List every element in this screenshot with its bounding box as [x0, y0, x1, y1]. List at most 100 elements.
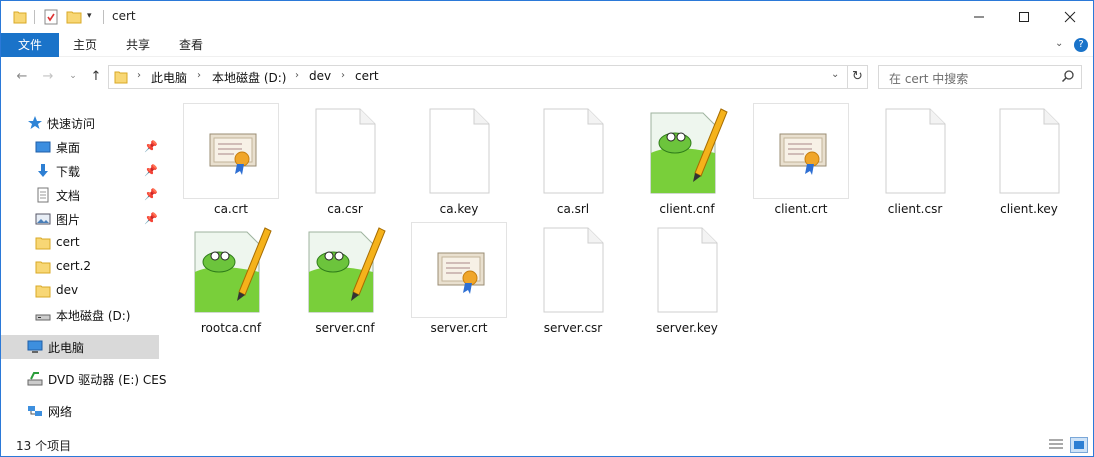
refresh-icon[interactable]: ↻ — [847, 66, 867, 88]
nav-item-drive-d[interactable]: 本地磁盘 (D:) — [1, 303, 159, 327]
nav-label: 快速访问 — [47, 117, 96, 131]
nav-label: dev — [56, 283, 79, 297]
search-icon — [1061, 69, 1075, 86]
notepad-plus-file-icon — [639, 103, 735, 199]
nav-label: 桌面 — [56, 141, 81, 155]
address-history-chevron-icon[interactable]: ⌄ — [831, 69, 839, 80]
pin-icon[interactable]: 📌 — [144, 140, 158, 153]
file-item[interactable]: client.cnf — [631, 103, 737, 219]
breadcrumb-drive-d[interactable]: 本地磁盘 (D:) — [212, 69, 286, 86]
file-name: ca.crt — [213, 202, 248, 216]
close-button[interactable] — [1047, 1, 1093, 33]
help-icon[interactable]: ? — [1074, 38, 1088, 52]
desktop-icon — [35, 139, 51, 155]
nav-item-cert[interactable]: cert — [1, 231, 159, 255]
file-item[interactable]: server.crt — [403, 222, 509, 338]
tab-view[interactable]: 查看 — [167, 33, 215, 57]
breadcrumb-dev[interactable]: dev — [309, 69, 331, 83]
maximize-button[interactable] — [1001, 1, 1047, 33]
file-view: ca.crt ca.csr ca.key ca.srl client.cnf client… — [161, 93, 1091, 433]
search-input[interactable]: 在 cert 中搜索 — [889, 70, 968, 87]
nav-item-dvd[interactable]: DVD 驱动器 (E:) CES — [1, 367, 167, 391]
item-count: 13 个项目 — [16, 439, 72, 453]
file-item[interactable]: server.key — [631, 222, 737, 338]
file-item[interactable]: client.csr — [859, 103, 965, 219]
large-icons-view-icon[interactable] — [1070, 437, 1088, 453]
nav-label: cert.2 — [56, 259, 92, 273]
expand-ribbon-icon[interactable]: ⌄ — [1055, 38, 1063, 49]
chevron-right-icon: › — [341, 70, 345, 81]
details-view-icon[interactable] — [1047, 437, 1065, 453]
file-item[interactable]: ca.key — [403, 103, 509, 219]
download-icon — [35, 163, 51, 179]
properties-icon[interactable] — [43, 9, 59, 25]
forward-button[interactable]: → — [38, 66, 58, 86]
file-item[interactable]: server.csr — [517, 222, 623, 338]
nav-item-network[interactable]: 网络 — [1, 399, 159, 423]
tab-file[interactable]: 文件 — [1, 33, 59, 57]
file-name: client.key — [1000, 202, 1058, 216]
maximize-icon — [1019, 12, 1029, 22]
blank-file-icon — [297, 103, 393, 199]
network-icon — [27, 403, 43, 419]
chevron-right-icon: › — [295, 70, 299, 81]
file-item[interactable]: ca.srl — [517, 103, 623, 219]
documents-icon — [35, 187, 51, 203]
nav-item-cert2[interactable]: cert.2 — [1, 255, 159, 279]
minimize-icon — [974, 16, 984, 18]
drive-icon — [35, 307, 51, 323]
file-item[interactable]: ca.crt — [175, 103, 281, 219]
search-box[interactable]: 在 cert 中搜索 — [878, 65, 1082, 89]
recent-locations-button[interactable]: ⌄ — [63, 66, 83, 86]
certificate-file-icon — [753, 103, 849, 199]
pin-icon[interactable]: 📌 — [144, 164, 158, 177]
arrow-right-icon: → — [42, 68, 54, 84]
file-name: server.cnf — [315, 321, 375, 335]
customize-quick-access-icon[interactable]: ▾ — [87, 11, 97, 27]
breadcrumb-cert[interactable]: cert — [355, 69, 379, 83]
new-folder-icon[interactable] — [66, 9, 82, 25]
file-name: ca.key — [439, 202, 479, 216]
arrow-up-icon: ↑ — [90, 68, 102, 84]
nav-item-this-pc[interactable]: 此电脑 — [1, 335, 159, 359]
status-bar: 13 个项目 — [1, 433, 1093, 456]
window-title: cert — [112, 9, 136, 23]
nav-label: 下载 — [56, 165, 81, 179]
nav-item-desktop[interactable]: 桌面 📌 — [1, 135, 159, 159]
nav-quick-access[interactable]: 快速访问 — [1, 111, 159, 135]
nav-item-dev[interactable]: dev — [1, 279, 159, 303]
certificate-file-icon — [183, 103, 279, 199]
pin-icon[interactable]: 📌 — [144, 188, 158, 201]
file-name: server.crt — [430, 321, 488, 335]
folder-icon — [114, 69, 128, 88]
tab-share[interactable]: 共享 — [114, 33, 162, 57]
nav-item-pictures[interactable]: 图片 📌 — [1, 207, 159, 231]
up-button[interactable]: ↑ — [86, 66, 106, 86]
file-item[interactable]: client.key — [973, 103, 1079, 219]
file-item[interactable]: client.crt — [745, 103, 851, 219]
file-item[interactable]: rootca.cnf — [175, 222, 281, 338]
back-button[interactable]: ← — [12, 66, 32, 86]
folder-icon — [35, 283, 51, 299]
folder-icon — [35, 235, 51, 251]
file-item[interactable]: server.cnf — [289, 222, 395, 338]
nav-label: 此电脑 — [48, 341, 85, 355]
address-bar[interactable]: › 此电脑 › 本地磁盘 (D:) › dev › cert ⌄ ↻ — [108, 65, 868, 89]
star-icon — [27, 115, 43, 131]
chevron-right-icon: › — [197, 70, 201, 81]
blank-file-icon — [525, 103, 621, 199]
file-name: ca.srl — [556, 202, 590, 216]
pictures-icon — [35, 211, 51, 227]
file-item[interactable]: ca.csr — [289, 103, 395, 219]
breadcrumb-this-pc[interactable]: 此电脑 — [151, 69, 187, 86]
file-name: client.crt — [774, 202, 828, 216]
pin-icon[interactable]: 📌 — [144, 212, 158, 225]
tab-home[interactable]: 主页 — [61, 33, 109, 57]
blank-file-icon — [981, 103, 1077, 199]
minimize-button[interactable] — [956, 1, 1002, 33]
nav-item-documents[interactable]: 文档 📌 — [1, 183, 159, 207]
title-bar: ▾ cert — [1, 1, 1093, 33]
nav-item-downloads[interactable]: 下载 📌 — [1, 159, 159, 183]
blank-file-icon — [525, 222, 621, 318]
nav-label: cert — [56, 235, 80, 249]
